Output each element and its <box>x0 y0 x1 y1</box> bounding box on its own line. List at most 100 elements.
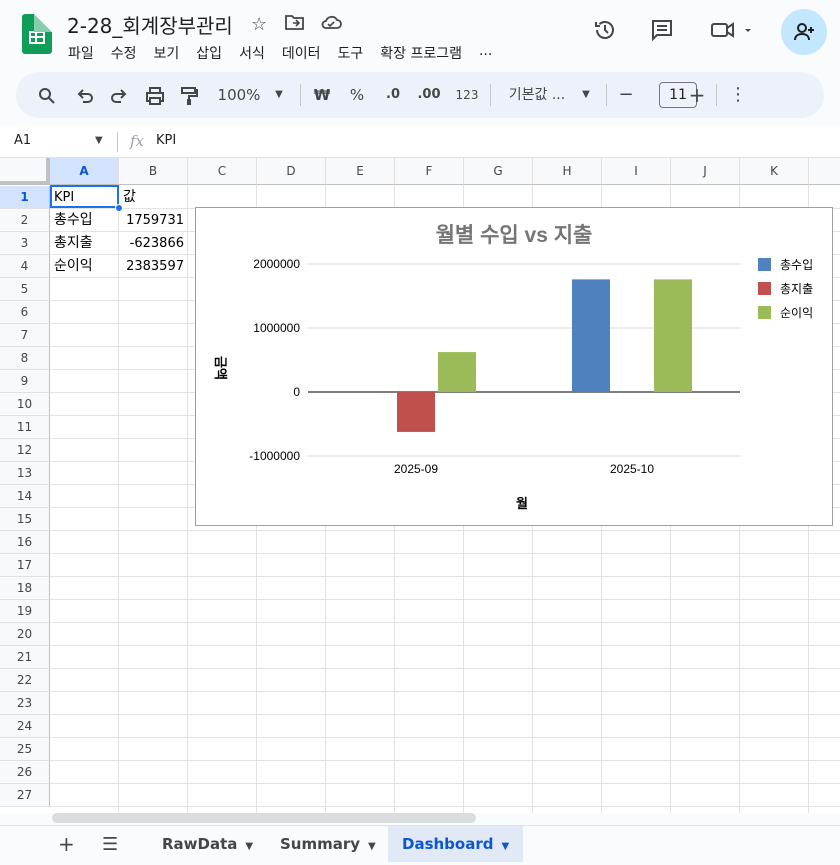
toolbar-divider <box>606 84 607 106</box>
more-options-icon[interactable]: ⋮ <box>728 72 748 118</box>
column-header-d[interactable]: D <box>257 158 326 185</box>
column-header-e[interactable]: E <box>326 158 395 185</box>
row-header-23[interactable]: 23 <box>0 692 50 715</box>
select-all-corner[interactable] <box>0 158 50 185</box>
more-formats-button[interactable]: 123 <box>453 72 481 118</box>
comments-icon[interactable] <box>647 18 677 48</box>
undo-icon[interactable] <box>74 72 96 118</box>
row-header-8[interactable]: 8 <box>0 347 50 370</box>
row-header-27[interactable]: 27 <box>0 784 50 807</box>
row-header-6[interactable]: 6 <box>0 301 50 324</box>
fill-handle[interactable] <box>115 204 123 212</box>
row-header-9[interactable]: 9 <box>0 370 50 393</box>
chevron-down-icon[interactable]: ▼ <box>245 841 253 852</box>
column-header-b[interactable]: B <box>119 158 188 185</box>
document-title[interactable]: 2-28_회계장부관리 <box>67 10 233 39</box>
column-header-c[interactable]: C <box>188 158 257 185</box>
chart-x-axis-label: 월 <box>516 496 528 511</box>
row-header-3[interactable]: 3 <box>0 232 50 255</box>
row-header-20[interactable]: 20 <box>0 623 50 646</box>
row-header-22[interactable]: 22 <box>0 669 50 692</box>
font-dropdown-icon[interactable]: ▼ <box>578 72 594 118</box>
row-header-17[interactable]: 17 <box>0 554 50 577</box>
cloud-status-icon[interactable] <box>320 14 342 35</box>
formula-input[interactable]: KPI <box>156 133 176 148</box>
embedded-chart[interactable]: 월별 수입 vs 지출 금액 월 2000000 1000000 0 -1000000… <box>195 207 833 526</box>
search-menus-icon[interactable] <box>36 72 58 118</box>
menu-data[interactable]: 데이터 <box>282 43 321 63</box>
menu-file[interactable]: 파일 <box>68 43 94 63</box>
row-header-10[interactable]: 10 <box>0 393 50 416</box>
cell-b2[interactable]: 1759731 <box>119 209 188 232</box>
column-header-f[interactable]: F <box>395 158 464 185</box>
decrease-font-size-button[interactable]: − <box>616 72 636 118</box>
cell-a3[interactable]: 총지출 <box>50 232 119 255</box>
menu-insert[interactable]: 삽입 <box>196 43 222 63</box>
paint-format-icon[interactable] <box>178 72 200 118</box>
name-box[interactable]: A1 <box>14 133 31 148</box>
row-header-2[interactable]: 2 <box>0 209 50 232</box>
horizontal-scrollbar[interactable] <box>52 813 476 823</box>
column-header-a[interactable]: A <box>50 158 119 185</box>
row-header-19[interactable]: 19 <box>0 600 50 623</box>
name-box-dropdown-icon[interactable]: ▼ <box>95 135 103 146</box>
cell-b3[interactable]: -623866 <box>119 232 188 255</box>
cell-a2[interactable]: 총수입 <box>50 209 119 232</box>
row-header-16[interactable]: 16 <box>0 531 50 554</box>
column-header-h[interactable]: H <box>533 158 602 185</box>
row-header-11[interactable]: 11 <box>0 416 50 439</box>
column-header-j[interactable]: J <box>671 158 740 185</box>
menu-edit[interactable]: 수정 <box>111 43 137 63</box>
row-header-14[interactable]: 14 <box>0 485 50 508</box>
column-header-g[interactable]: G <box>464 158 533 185</box>
add-sheet-icon[interactable]: + <box>58 832 75 856</box>
percent-format-button[interactable]: % <box>346 72 368 118</box>
row-header-24[interactable]: 24 <box>0 715 50 738</box>
decrease-decimal-button[interactable]: .0 <box>380 72 406 118</box>
zoom-select[interactable]: 100% <box>214 72 264 118</box>
move-folder-icon[interactable] <box>285 14 305 35</box>
chart-legend-label: 순이익 <box>780 306 813 320</box>
menu-more[interactable]: ... <box>479 43 492 63</box>
row-header-1[interactable]: 1 <box>0 186 50 209</box>
sheets-logo-icon[interactable] <box>22 14 52 54</box>
star-icon[interactable]: ☆ <box>251 14 267 35</box>
row-header-25[interactable]: 25 <box>0 738 50 761</box>
meet-icon[interactable] <box>708 18 753 48</box>
column-header-k[interactable]: K <box>740 158 809 185</box>
row-header-21[interactable]: 21 <box>0 646 50 669</box>
all-sheets-icon[interactable]: ☰ <box>102 834 118 855</box>
menu-extensions[interactable]: 확장 프로그램 <box>380 43 462 63</box>
menu-tools[interactable]: 도구 <box>337 43 363 63</box>
cell-a4[interactable]: 순이익 <box>50 255 119 278</box>
row-header-7[interactable]: 7 <box>0 324 50 347</box>
share-add-person-icon[interactable] <box>781 9 827 55</box>
currency-format-button[interactable]: ₩ <box>311 72 333 118</box>
chevron-down-icon[interactable]: ▼ <box>368 841 376 852</box>
row-header-4[interactable]: 4 <box>0 255 50 278</box>
column-header-i[interactable]: I <box>602 158 671 185</box>
increase-font-size-button[interactable]: + <box>687 72 707 118</box>
sheet-tab-rawdata[interactable]: RawData ▼ <box>148 826 267 862</box>
row-header-5[interactable]: 5 <box>0 278 50 301</box>
cell-b4[interactable]: 2383597 <box>119 255 188 278</box>
version-history-icon[interactable] <box>590 18 620 48</box>
sheet-tab-dashboard[interactable]: Dashboard ▼ <box>388 826 524 862</box>
column-header-partial[interactable] <box>809 158 840 185</box>
row-header-26[interactable]: 26 <box>0 761 50 784</box>
row-header-12[interactable]: 12 <box>0 439 50 462</box>
cell-b1[interactable]: 값 <box>119 186 188 209</box>
redo-icon[interactable] <box>108 72 130 118</box>
menu-format[interactable]: 서식 <box>239 43 265 63</box>
sheet-tab-summary[interactable]: Summary ▼ <box>266 826 390 862</box>
font-family-select[interactable]: 기본값 ... <box>503 72 571 118</box>
row-header-18[interactable]: 18 <box>0 577 50 600</box>
chevron-down-icon[interactable]: ▼ <box>501 841 509 852</box>
row-gridline <box>50 760 840 761</box>
print-icon[interactable] <box>144 72 166 118</box>
menu-view[interactable]: 보기 <box>154 43 180 63</box>
increase-decimal-button[interactable]: .00 <box>416 72 442 118</box>
row-header-15[interactable]: 15 <box>0 508 50 531</box>
zoom-dropdown-icon[interactable]: ▼ <box>271 72 287 118</box>
row-header-13[interactable]: 13 <box>0 462 50 485</box>
